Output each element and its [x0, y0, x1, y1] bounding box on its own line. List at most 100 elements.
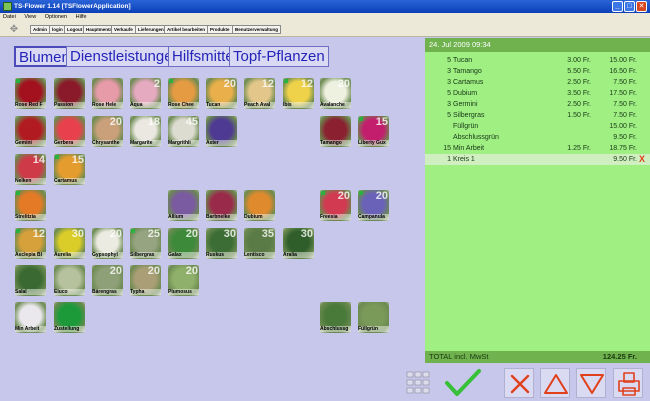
product-tile[interactable]: Rose Chee [168, 78, 199, 109]
product-tile[interactable]: Salal [15, 265, 46, 296]
tab-topf-pflanzen[interactable]: Topf-Pflanzen [229, 46, 329, 67]
product-tile[interactable]: 14 Nelken [15, 154, 46, 185]
stock-indicator [169, 79, 173, 83]
product-tile[interactable]: 18 Margarite [130, 116, 161, 147]
product-stock-count: 20 [185, 265, 198, 277]
product-tile[interactable]: Gerbera [54, 116, 85, 147]
product-name: Tamango [320, 140, 351, 146]
product-stock-count: 20 [109, 116, 122, 128]
product-tile[interactable]: 20 Campanula [358, 190, 389, 221]
grid-icon[interactable] [404, 368, 434, 398]
product-tile[interactable]: 12 Ibis [283, 78, 314, 109]
line-total: 7.50 Fr. [613, 79, 637, 86]
product-stock-count: 14 [32, 154, 45, 166]
product-stock-count: 20 [223, 78, 236, 90]
product-tile[interactable]: Aster [206, 116, 237, 147]
product-tile[interactable]: 15 Liberty Gux [358, 116, 389, 147]
receipt-line[interactable]: 5 Silbergras 1.50 Fr. 7.50 Fr. [425, 110, 650, 121]
toolbar-admin-button[interactable]: Admin [30, 25, 50, 34]
receipt-line[interactable]: 15 Min Arbeit 1.25 Fr. 18.75 Fr. [425, 143, 650, 154]
product-tile[interactable]: 2 Aqua [130, 78, 161, 109]
line-total: 18.75 Fr. [609, 145, 637, 152]
move-up-button[interactable] [540, 368, 570, 398]
toolbar-lieferungen-button[interactable]: Lieferungen [135, 25, 167, 34]
product-name: Abschlussg [320, 326, 351, 332]
receipt-line[interactable]: 5 Dubium 3.50 Fr. 17.50 Fr. [425, 88, 650, 99]
product-tile[interactable]: Passion [54, 78, 85, 109]
close-button[interactable]: ✕ [636, 1, 647, 12]
cancel-button[interactable] [504, 368, 534, 398]
product-tile[interactable]: Rose Hele [92, 78, 123, 109]
product-tile[interactable]: 20 Bärengras [92, 265, 123, 296]
product-tile[interactable]: Allium [168, 190, 199, 221]
product-tile[interactable]: 30 Aralia [283, 228, 314, 259]
receipt-line[interactable]: 3 Tamango 5.50 Fr. 16.50 Fr. [425, 66, 650, 77]
product-tile[interactable]: Rose Red F [15, 78, 46, 109]
receipt-line[interactable]: 3 Germini 2.50 Fr. 7.50 Fr. [425, 99, 650, 110]
toolbar-artikel-button[interactable]: Artikel bearbeiten [164, 25, 209, 34]
product-tile[interactable]: Barbnelke [206, 190, 237, 221]
product-tile[interactable]: Min Arbeit [15, 302, 46, 333]
product-tile[interactable]: 30 Aurelia [54, 228, 85, 259]
product-tile[interactable]: Dubium [244, 190, 275, 221]
product-tile[interactable]: 20 Tucan [206, 78, 237, 109]
product-panel: Blumen Dienstleistungen Hilfsmittel Topf… [0, 38, 425, 363]
product-name: Chrysanthe [92, 140, 123, 146]
menu-optionen[interactable]: Optionen [45, 14, 67, 20]
line-name: Tamango [453, 68, 482, 75]
line-qty: 3 [447, 68, 451, 75]
product-name: Nelken [15, 178, 46, 184]
line-name: Cartamus [453, 79, 484, 86]
product-tile[interactable]: 20 Galax [168, 228, 199, 259]
expand-icon[interactable]: ✥ [4, 24, 24, 35]
confirm-check-button[interactable] [437, 368, 489, 398]
toolbar-produkte-button[interactable]: Produkte [207, 25, 233, 34]
product-name: Passion [54, 102, 85, 108]
product-tile[interactable]: 15 Cartamus [54, 154, 85, 185]
receipt-line[interactable]: 5 Tucan 3.00 Fr. 15.00 Fr. [425, 55, 650, 66]
product-tile[interactable]: 20 Plumosus [168, 265, 199, 296]
cancel-x-icon [510, 374, 530, 394]
receipt-date: 24. Jul 2009 09:34 [425, 38, 650, 52]
product-tile[interactable]: Tamango [320, 116, 351, 147]
product-stock-count: 20 [375, 190, 388, 202]
product-tile[interactable]: 35 Lentisco [244, 228, 275, 259]
product-tile[interactable]: Gemini [15, 116, 46, 147]
receipt-line[interactable]: Abschlussgrün 9.50 Fr. [425, 132, 650, 143]
receipt-line[interactable]: 3 Cartamus 2.50 Fr. 7.50 Fr. [425, 77, 650, 88]
check-icon [445, 369, 481, 396]
menu-view[interactable]: View [24, 14, 36, 20]
move-down-button[interactable] [576, 368, 606, 398]
product-tile[interactable]: 20 Gypsophyl [92, 228, 123, 259]
toolbar-hauptmenu-button[interactable]: Hauptmenü [83, 25, 114, 34]
product-tile[interactable]: 12 Peach Aval [244, 78, 275, 109]
line-name: Min Arbeit [453, 145, 485, 152]
receipt-line[interactable]: Füllgrün 15.00 Fr. [425, 121, 650, 132]
menu-datei[interactable]: Datei [3, 14, 16, 20]
menu-hilfe[interactable]: Hilfe [76, 14, 87, 20]
product-tile[interactable]: Strelitzia [15, 190, 46, 221]
delete-line-icon[interactable]: X [639, 154, 645, 165]
minimize-button[interactable]: _ [612, 1, 623, 12]
toolbar-benutzer-button[interactable]: Benutzerverwaltung [232, 25, 282, 34]
receipt-line[interactable]: 1 Kreis 1 9.50 Fr. X [425, 154, 650, 165]
product-tile[interactable]: 12 Asclepia Bl [15, 228, 46, 259]
product-tile[interactable]: Eluco [54, 265, 85, 296]
product-tile[interactable]: 20 Typha [130, 265, 161, 296]
product-tile[interactable]: 20 Freesia [320, 190, 351, 221]
maximize-button[interactable]: □ [624, 1, 635, 12]
product-tile[interactable]: 20 Chrysanthe [92, 116, 123, 147]
product-tile[interactable]: 20 Avalanche [320, 78, 351, 109]
print-button[interactable] [613, 368, 643, 398]
product-tile[interactable]: 30 Ruskus [206, 228, 237, 259]
product-stock-count: 2 [153, 78, 160, 90]
menu-bar: Datei View Optionen Hilfe [0, 13, 650, 22]
product-tile[interactable]: Zustellung [54, 302, 85, 333]
product-stock-count: 15 [375, 116, 388, 128]
product-tile[interactable]: 25 Silbergras [130, 228, 161, 259]
product-tile[interactable]: Füllgrün [358, 302, 389, 333]
toolbar-verkaufe-button[interactable]: Verkaufe [111, 25, 136, 34]
product-tile[interactable]: Abschlussg [320, 302, 351, 333]
product-stock-count: 35 [261, 228, 274, 240]
product-tile[interactable]: 45 Margrithli [168, 116, 199, 147]
